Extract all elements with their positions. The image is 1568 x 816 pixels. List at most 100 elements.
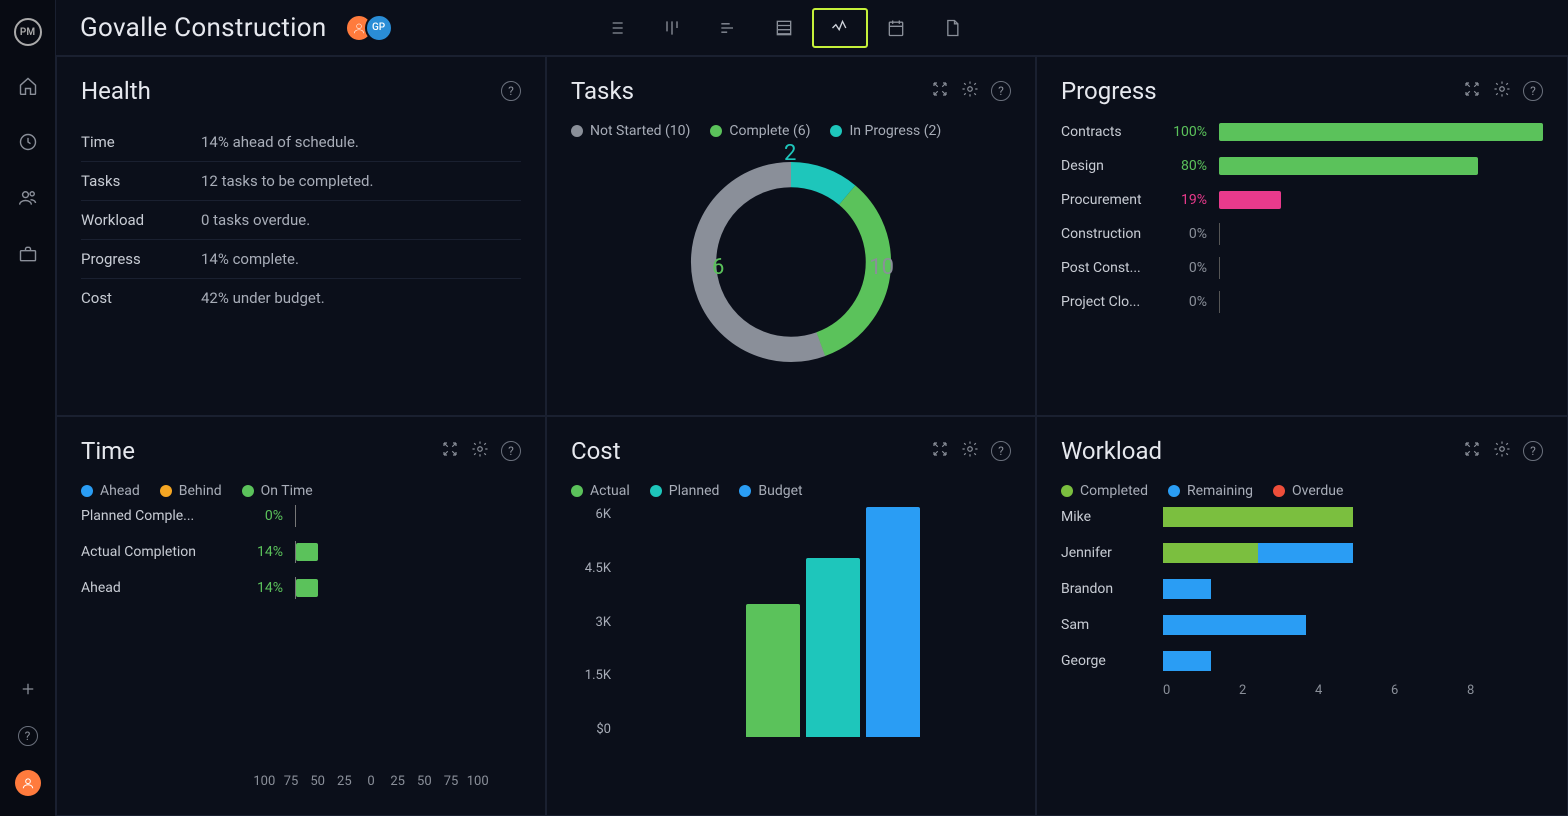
cost-bar-budget (866, 507, 920, 737)
panel-health: Health ? Time 14% ahead of schedule. Tas… (56, 56, 546, 416)
view-board-icon[interactable] (644, 8, 700, 48)
time-pct: 14% (243, 544, 283, 560)
help-icon[interactable]: ? (501, 441, 521, 461)
axis-label: 25 (384, 774, 411, 789)
workload-bar-remaining (1163, 615, 1306, 635)
health-value: 14% complete. (201, 250, 299, 268)
legend-item: Completed (1061, 483, 1148, 499)
progress-pct: 0% (1165, 294, 1207, 310)
view-sheet-icon[interactable] (756, 8, 812, 48)
axis-label: 8 (1467, 683, 1543, 698)
briefcase-icon[interactable] (18, 244, 38, 268)
view-list-icon[interactable] (588, 8, 644, 48)
people-icon[interactable] (18, 188, 38, 212)
progress-zero-tick (1219, 291, 1220, 313)
panel-title: Tasks (571, 77, 634, 105)
user-avatar[interactable] (15, 770, 41, 796)
workload-bar-remaining (1258, 543, 1353, 563)
axis-label: 6K (571, 507, 611, 522)
panel-title: Health (81, 77, 151, 105)
clock-icon[interactable] (18, 132, 38, 156)
panel-time: Time ? Ahead Behind On Time Planned Comp… (56, 416, 546, 816)
axis-label: 0 (1163, 683, 1239, 698)
expand-icon[interactable] (931, 80, 949, 102)
gear-icon[interactable] (961, 440, 979, 462)
progress-row: Contracts 100% (1061, 123, 1543, 141)
legend-dot-icon (1061, 485, 1073, 497)
legend-label: Budget (758, 483, 802, 499)
time-bar-area (295, 507, 521, 525)
legend-dot-icon (710, 125, 722, 137)
topbar: Govalle Construction GP (56, 0, 1568, 56)
axis-tick (295, 505, 296, 527)
panel-title: Progress (1061, 77, 1157, 105)
view-file-icon[interactable] (924, 8, 980, 48)
legend-dot-icon (1168, 485, 1180, 497)
progress-pct: 19% (1165, 192, 1207, 208)
axis-label: 1.5K (571, 668, 611, 683)
legend-label: On Time (261, 483, 313, 499)
expand-icon[interactable] (1463, 440, 1481, 462)
workload-bar-completed (1163, 507, 1353, 527)
app-logo[interactable]: PM (14, 18, 42, 46)
gear-icon[interactable] (471, 440, 489, 462)
help-icon[interactable]: ? (1523, 81, 1543, 101)
panel-title: Workload (1061, 437, 1162, 465)
time-row: Planned Comple... 0% (81, 507, 521, 525)
plus-icon[interactable] (19, 680, 37, 702)
tasks-donut-chart: 2 6 10 (676, 147, 906, 377)
progress-row: Post Const... 0% (1061, 259, 1543, 277)
legend-dot-icon (81, 485, 93, 497)
gear-icon[interactable] (1493, 440, 1511, 462)
health-row: Workload 0 tasks overdue. (81, 201, 521, 240)
help-icon[interactable]: ? (18, 726, 38, 746)
progress-name: Design (1061, 158, 1153, 174)
help-icon[interactable]: ? (991, 441, 1011, 461)
workload-bar-remaining (1163, 651, 1211, 671)
axis-label: 0 (358, 774, 385, 789)
expand-icon[interactable] (1463, 80, 1481, 102)
legend-item: In Progress (2) (830, 123, 941, 139)
legend-dot-icon (830, 125, 842, 137)
help-icon[interactable]: ? (1523, 441, 1543, 461)
gear-icon[interactable] (961, 80, 979, 102)
cost-bar-actual (746, 604, 800, 737)
time-pct: 14% (243, 580, 283, 596)
expand-icon[interactable] (931, 440, 949, 462)
health-row: Progress 14% complete. (81, 240, 521, 279)
project-title: Govalle Construction (80, 13, 327, 43)
progress-track (1219, 259, 1543, 277)
legend-label: Remaining (1187, 483, 1253, 499)
progress-track (1219, 225, 1543, 243)
progress-row: Project Clo... 0% (1061, 293, 1543, 311)
workload-name: George (1061, 653, 1145, 669)
legend-item: Planned (650, 483, 720, 499)
view-gantt-icon[interactable] (700, 8, 756, 48)
progress-track (1219, 293, 1543, 311)
help-icon[interactable]: ? (501, 81, 521, 101)
workload-track (1163, 651, 1543, 671)
progress-track (1219, 191, 1543, 209)
progress-pct: 100% (1165, 124, 1207, 140)
gear-icon[interactable] (1493, 80, 1511, 102)
axis-label: 50 (304, 774, 331, 789)
view-calendar-icon[interactable] (868, 8, 924, 48)
axis-label: 75 (438, 774, 465, 789)
view-dashboard-icon[interactable] (812, 8, 868, 48)
legend-label: In Progress (2) (849, 123, 941, 139)
progress-track (1219, 157, 1543, 175)
workload-row: Jennifer (1061, 543, 1543, 563)
legend-dot-icon (650, 485, 662, 497)
avatar[interactable]: GP (365, 14, 393, 42)
legend-item: Budget (739, 483, 802, 499)
home-icon[interactable] (18, 76, 38, 100)
legend-dot-icon (242, 485, 254, 497)
health-label: Tasks (81, 172, 201, 190)
expand-icon[interactable] (441, 440, 459, 462)
progress-bar (1219, 123, 1543, 141)
help-icon[interactable]: ? (991, 81, 1011, 101)
member-avatars[interactable]: GP (345, 14, 393, 42)
legend-label: Ahead (100, 483, 140, 499)
health-value: 14% ahead of schedule. (201, 133, 359, 151)
donut-value-complete: 6 (712, 255, 724, 280)
